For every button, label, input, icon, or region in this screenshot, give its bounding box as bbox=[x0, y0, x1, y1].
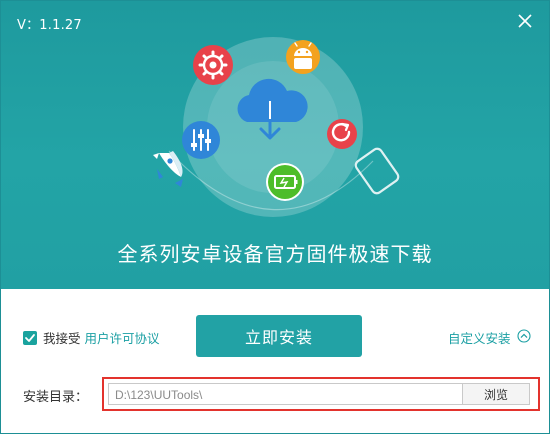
phone-icon bbox=[354, 147, 400, 195]
install-panel: 我接受 用户许可协议 立即安装 自定义安装 安装目录： D:\123\UUToo… bbox=[1, 289, 549, 433]
installer-window: V：1.1.27 全系列安卓设备官方固件极速下载 我接受 用户许可协议 立即安装… bbox=[0, 0, 550, 434]
agree-label: 我接受 bbox=[43, 331, 81, 346]
hero-tagline: 全系列安卓设备官方固件极速下载 bbox=[117, 242, 433, 266]
install-directory-label: 安装目录： bbox=[23, 390, 89, 405]
install-directory-row: 安装目录： D:\123\UUTools\ 浏览 bbox=[23, 377, 540, 411]
check-icon bbox=[25, 333, 35, 342]
hero-banner: V：1.1.27 全系列安卓设备官方固件极速下载 bbox=[1, 1, 549, 289]
gear-icon bbox=[193, 45, 233, 85]
custom-install-toggle[interactable]: 自定义安装 bbox=[448, 328, 531, 347]
refresh-icon bbox=[327, 119, 357, 149]
rocket-icon bbox=[153, 151, 183, 187]
android-icon bbox=[286, 40, 320, 74]
directory-highlight-box: D:\123\UUTools\ 浏览 bbox=[102, 377, 540, 411]
agreement-row: 我接受 用户许可协议 bbox=[23, 328, 160, 347]
battery-icon bbox=[266, 163, 304, 201]
agree-checkbox[interactable] bbox=[23, 330, 37, 345]
install-now-button[interactable]: 立即安装 bbox=[196, 315, 362, 357]
chevron-up-circle-icon bbox=[516, 329, 531, 346]
browse-button[interactable]: 浏览 bbox=[462, 383, 530, 405]
custom-install-label: 自定义安装 bbox=[448, 331, 511, 346]
install-directory-input[interactable]: D:\123\UUTools\ bbox=[108, 383, 462, 405]
sliders-icon bbox=[182, 121, 220, 159]
license-agreement-link[interactable]: 用户许可协议 bbox=[85, 328, 160, 347]
